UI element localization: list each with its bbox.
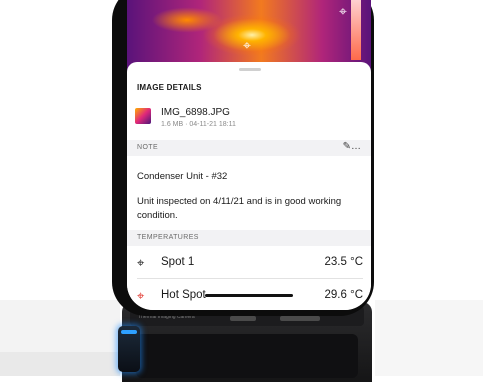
hot-spot-icon: ⌖	[137, 288, 145, 303]
home-indicator[interactable]	[205, 294, 293, 297]
note-section-label: NOTE	[137, 144, 159, 151]
image-details-sheet: IMAGE DETAILS IMG_6898.JPG 1.6 MB · 04-1…	[127, 62, 371, 310]
sheet-title: IMAGE DETAILS	[137, 83, 202, 92]
temperature-row-label[interactable]: Spot 1	[161, 256, 194, 268]
row-divider	[137, 278, 363, 279]
background-floor	[0, 352, 120, 376]
sheet-handle[interactable]	[239, 68, 261, 71]
file-meta: 1.6 MB · 04-11-21 18:11	[161, 121, 236, 128]
note-section-header: NOTE ✎…	[127, 140, 371, 156]
spot-crosshair-icon: ⌖	[137, 255, 145, 270]
spot-crosshair-icon: ⌖	[243, 37, 251, 53]
note-title: Condenser Unit - #32	[137, 171, 228, 182]
image-thumbnail[interactable]	[135, 108, 151, 124]
power-button[interactable]	[118, 326, 140, 372]
temperatures-section-header: TEMPERATURES	[127, 230, 371, 246]
device-port	[280, 316, 320, 321]
temperature-row-label[interactable]: Hot Spot	[161, 289, 206, 301]
temperatures-section-label: TEMPERATURES	[137, 234, 199, 241]
spot-crosshair-icon: ⌖	[339, 3, 347, 19]
temperature-row-value: 23.5 °C	[324, 256, 363, 268]
edit-icon[interactable]: ✎…	[343, 141, 361, 152]
temperature-scale	[351, 0, 361, 60]
device-port	[230, 316, 256, 321]
phone-screen: ⌖ ⌖ IMAGE DETAILS IMG_6898.JPG 1.6 MB · …	[127, 0, 371, 310]
temperature-row-value: 29.6 °C	[324, 289, 363, 301]
file-name: IMG_6898.JPG	[161, 107, 230, 118]
background-right	[375, 300, 483, 376]
device-body	[136, 334, 358, 378]
note-body: Unit inspected on 4/11/21 and is in good…	[137, 196, 342, 221]
